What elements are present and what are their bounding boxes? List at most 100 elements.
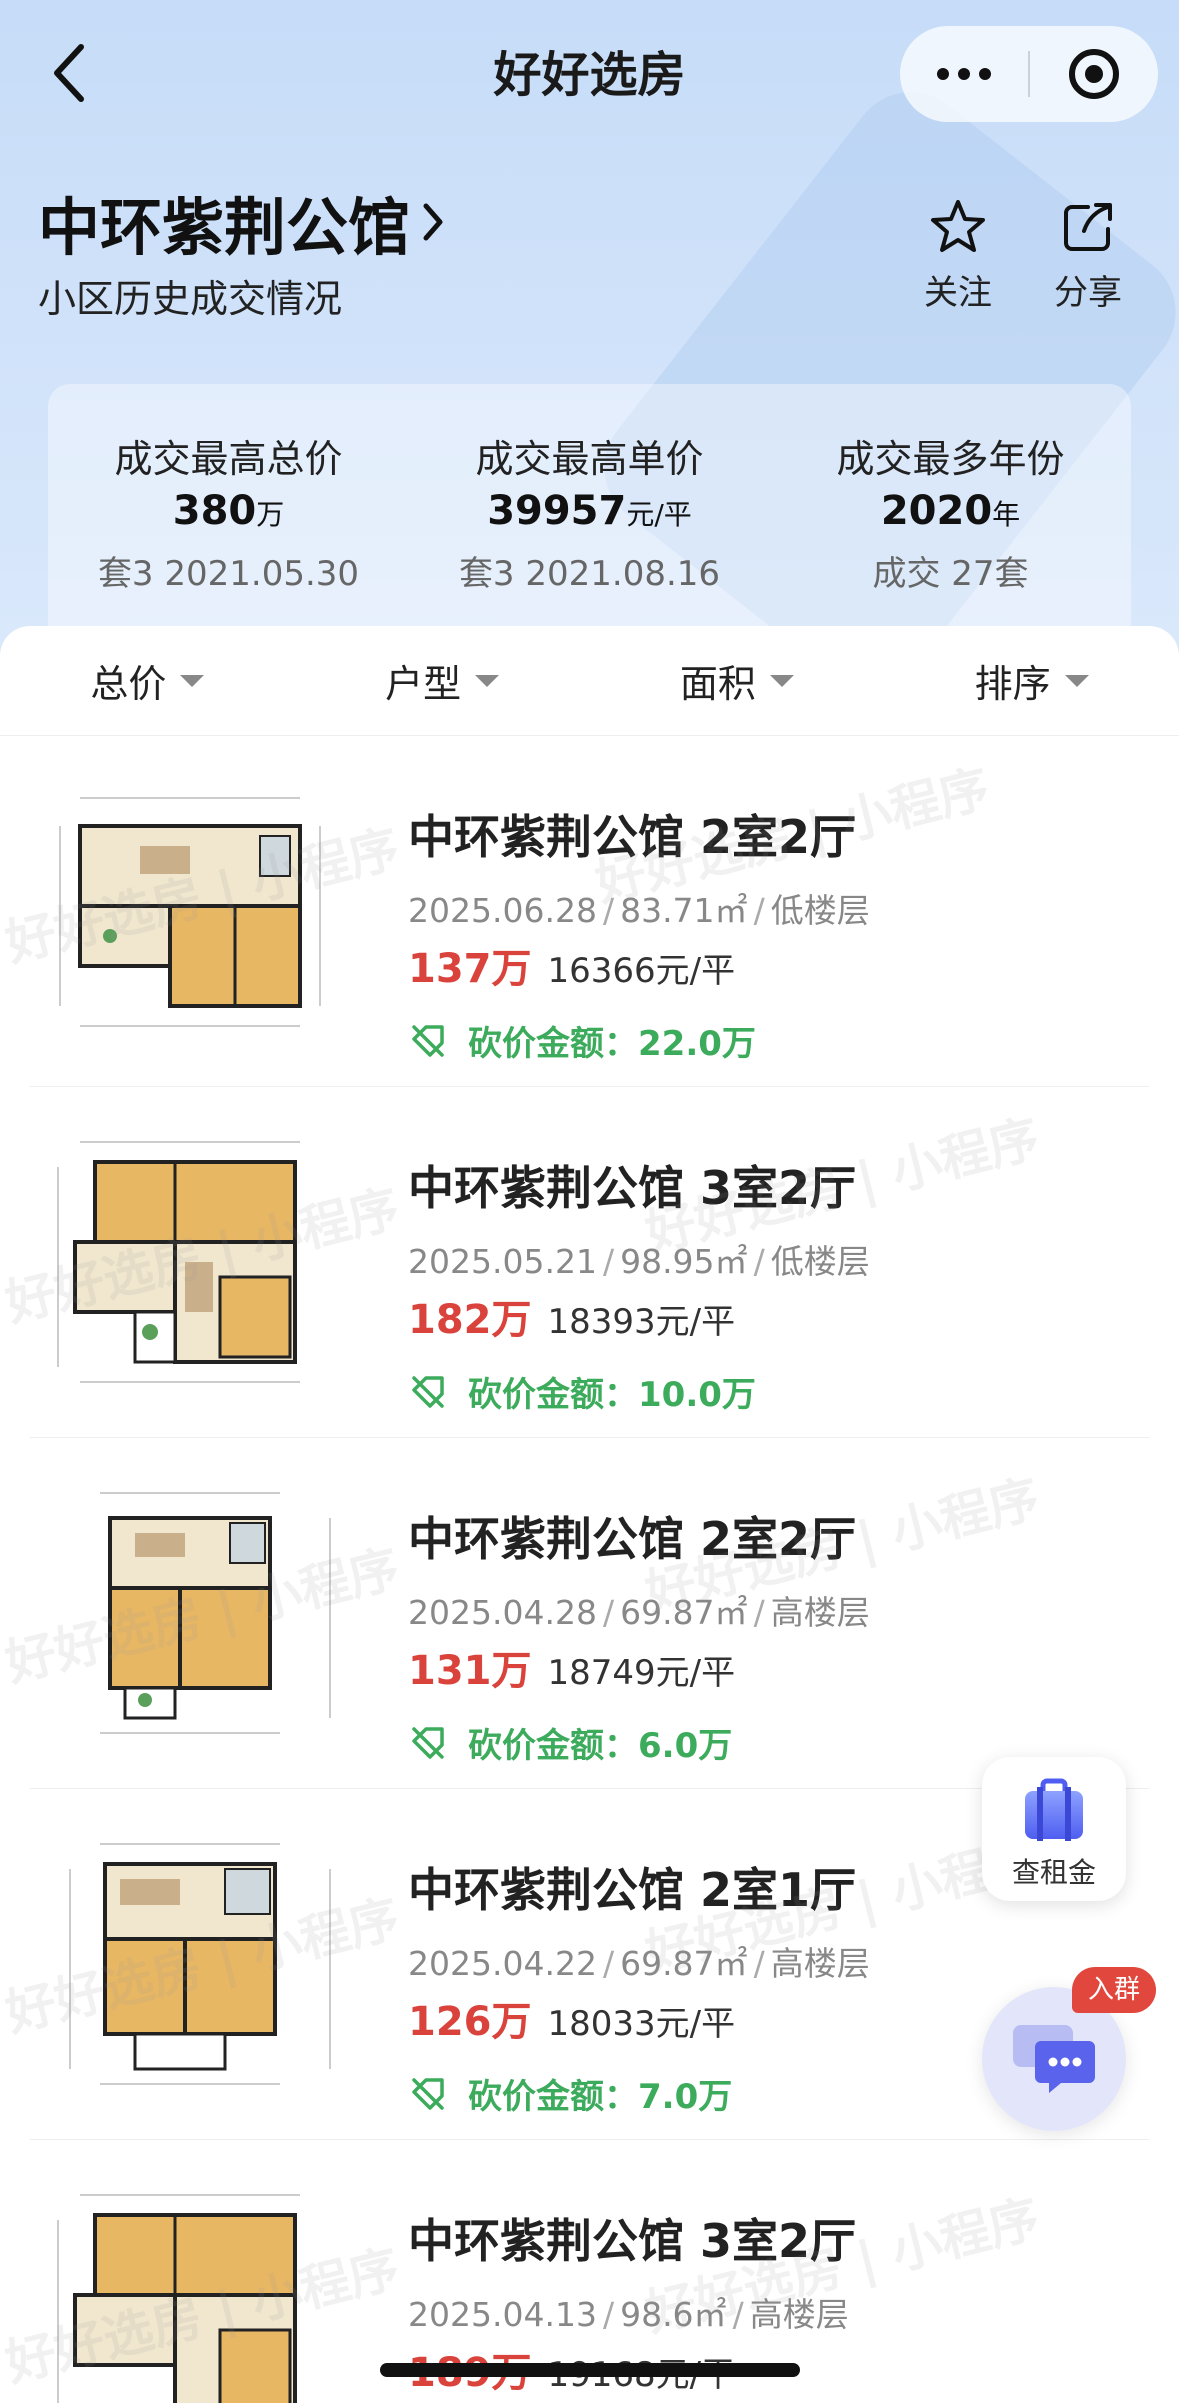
- listing-total-price: 131万: [408, 1648, 532, 1694]
- listing-unit-price: 18393元/平: [547, 1302, 736, 1342]
- listing-price-cut: 砍价金额：10.0万: [408, 1367, 756, 1416]
- tag-slash-icon: [412, 1375, 444, 1408]
- star-icon: [931, 200, 985, 252]
- filter-label: 面积: [679, 662, 756, 706]
- caret-down-icon: [1064, 674, 1089, 687]
- listing-price: 131万 18749元/平: [408, 1638, 735, 1696]
- listing-title: 中环紫荆公馆 3室2厅: [408, 2214, 857, 2268]
- listing-floor: 高楼层: [749, 2295, 849, 2334]
- caret-down-icon: [180, 674, 205, 687]
- listing-unit-price: 18033元/平: [547, 2004, 736, 2044]
- listing-meta: 2025.04.28/69.87㎡ / 高楼层: [408, 1593, 870, 1632]
- listing-title: 中环紫荆公馆 2室2厅: [408, 810, 857, 864]
- filter-label: 排序: [974, 662, 1051, 706]
- listing-title: 中环紫荆公馆 2室2厅: [408, 1512, 857, 1566]
- estate-name-link[interactable]: 中环紫荆公馆: [38, 182, 444, 264]
- listing-price: 182万 18393元/平: [408, 1287, 735, 1345]
- floor-plan-image: [40, 1829, 360, 2099]
- close-miniprogram-button[interactable]: [1030, 26, 1158, 122]
- stat-sub: 套3 2021.05.30: [97, 554, 360, 594]
- stat-label: 成交最多年份: [836, 437, 1065, 481]
- listing-area: 69.87㎡: [620, 1593, 748, 1632]
- listing-cut-amount: 砍价金额：22.0万: [468, 1024, 756, 1064]
- caret-down-icon: [475, 674, 500, 687]
- briefcase-icon: [1025, 1778, 1083, 1841]
- listing-meta: 2025.04.13/98.6㎡ / 高楼层: [408, 2295, 849, 2334]
- listing-total-price: 126万: [408, 1999, 532, 2045]
- listing-price: 126万 18033元/平: [408, 1989, 735, 2047]
- stat-sub: 套3 2021.08.16: [458, 554, 721, 594]
- listing-floor: 高楼层: [770, 1944, 870, 1983]
- back-button[interactable]: [40, 38, 96, 108]
- listing-cut-amount: 砍价金额：10.0万: [468, 1375, 756, 1415]
- stat-unit: 年: [992, 498, 1021, 531]
- check-rent-label: 查租金: [1011, 1856, 1096, 1889]
- listing-title: 中环紫荆公馆 2室1厅: [408, 1863, 857, 1917]
- listing-price-cut: 砍价金额：6.0万: [408, 1718, 732, 1767]
- listing-meta: 2025.04.22/69.87㎡ / 高楼层: [408, 1944, 870, 1983]
- join-group-badge: 入群: [1072, 1967, 1156, 2013]
- floor-plan-image: [40, 1478, 360, 1748]
- more-dots-icon: [937, 68, 991, 80]
- listing-title: 中环紫荆公馆 3室2厅: [408, 1161, 857, 1215]
- filter-total-price[interactable]: 总价: [0, 653, 295, 708]
- share-button[interactable]: 分享: [1033, 195, 1143, 314]
- follow-label: 关注: [924, 273, 992, 313]
- share-label: 分享: [1054, 273, 1122, 313]
- listing-date: 2025.05.21: [408, 1242, 597, 1281]
- estate-name: 中环紫荆公馆: [38, 191, 411, 264]
- stat-value: 380: [172, 488, 257, 534]
- chevron-right-icon: [422, 202, 444, 242]
- filter-layout[interactable]: 户型: [295, 653, 590, 708]
- listing-unit-price: 18749元/平: [547, 1653, 736, 1693]
- listing-price: 137万 16366元/平: [408, 936, 735, 994]
- tag-slash-icon: [412, 1024, 444, 1057]
- filter-area[interactable]: 面积: [590, 653, 885, 708]
- listing-cut-amount: 砍价金额：6.0万: [468, 1726, 733, 1766]
- filter-sort[interactable]: 排序: [884, 653, 1179, 708]
- stat-value: 39957: [487, 488, 627, 534]
- tag-slash-icon: [412, 1726, 444, 1759]
- listing-price-cut: 砍价金额：7.0万: [408, 2069, 732, 2118]
- listing-item[interactable]: 中环紫荆公馆 2室2厅 2025.04.28/69.87㎡ / 高楼层 131万 18…: [30, 1438, 1149, 1789]
- follow-button[interactable]: 关注: [903, 195, 1013, 314]
- listing-price-cut: 砍价金额：22.0万: [408, 1016, 756, 1065]
- check-rent-button[interactable]: 查租金: [982, 1757, 1126, 1901]
- listing-total-price: 182万: [408, 1297, 532, 1343]
- estate-subtitle: 小区历史成交情况: [38, 277, 343, 321]
- listing-unit-price: 16366元/平: [547, 951, 736, 991]
- listing-floor: 低楼层: [770, 1242, 870, 1281]
- listing-area: 98.95㎡: [620, 1242, 748, 1281]
- miniprogram-capsule: [900, 26, 1158, 122]
- floor-plan-image: [40, 776, 360, 1046]
- stat-unit: 元/平: [626, 498, 692, 531]
- home-indicator[interactable]: [380, 2363, 800, 2377]
- listing-area: 83.71㎡: [620, 891, 748, 930]
- more-button[interactable]: [900, 26, 1028, 122]
- stat-label: 成交最高总价: [114, 437, 343, 481]
- filter-bar: 总价 户型 面积 排序: [0, 626, 1179, 736]
- listing-list: 中环紫荆公馆 2室2厅 2025.06.28/83.71㎡ / 低楼层 137万 16…: [0, 736, 1179, 2403]
- chat-bubble-icon: [1013, 2025, 1095, 2093]
- listing-date: 2025.04.13: [408, 2295, 597, 2334]
- listing-meta: 2025.06.28/83.71㎡ / 低楼层: [408, 891, 870, 930]
- stat-unit: 万: [256, 498, 285, 531]
- stat-label: 成交最高单价: [475, 437, 704, 481]
- stat-sub: 成交 27套: [872, 554, 1029, 594]
- filter-label: 户型: [385, 662, 462, 706]
- listing-sheet: 总价 户型 面积 排序 中环紫荆公馆 2室2厅 2025.06.28/83.71…: [0, 626, 1179, 2403]
- listing-meta: 2025.05.21/98.95㎡ / 低楼层: [408, 1242, 870, 1281]
- listing-item[interactable]: 中环紫荆公馆 2室2厅 2025.06.28/83.71㎡ / 低楼层 137万 16…: [30, 736, 1149, 1087]
- tag-slash-icon: [412, 2077, 444, 2110]
- share-icon: [1064, 203, 1112, 251]
- listing-item[interactable]: 中环紫荆公馆 3室2厅 2025.05.21/98.95㎡ / 低楼层 182万 18…: [30, 1087, 1149, 1438]
- listing-area: 98.6㎡: [620, 2295, 727, 2334]
- listing-floor: 高楼层: [770, 1593, 870, 1632]
- hero-header: 好好选房 中环紫荆公馆 小区历史成交情况 关注 分享 成交最高总价 380万 套…: [0, 0, 1179, 700]
- chevron-left-icon: [54, 44, 84, 102]
- floor-plan-image: [40, 2180, 360, 2403]
- listing-total-price: 137万: [408, 946, 532, 992]
- listing-floor: 低楼层: [770, 891, 870, 930]
- floor-plan-image: [40, 1127, 360, 1397]
- caret-down-icon: [769, 674, 794, 687]
